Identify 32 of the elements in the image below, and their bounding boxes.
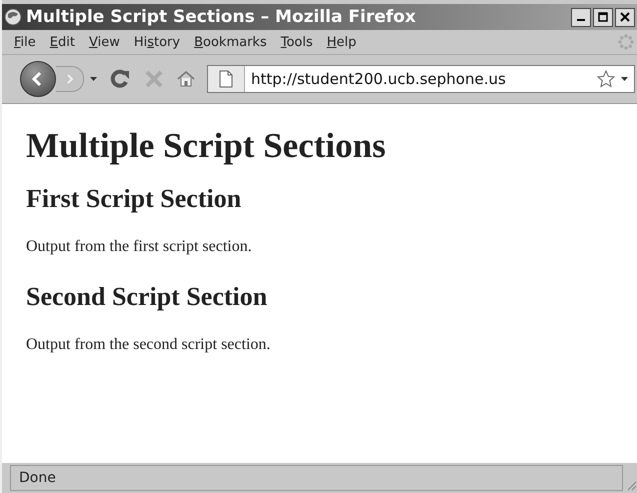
home-icon[interactable]: [177, 71, 195, 87]
paragraph: Output from the first script section.: [26, 238, 253, 256]
window-title: Multiple Script Sections – Mozilla Firefox: [26, 7, 417, 27]
status-text: Done: [19, 470, 56, 486]
page-icon: [219, 70, 233, 88]
globe-icon: [4, 8, 22, 26]
minimize-icon: [577, 19, 585, 21]
close-icon: [620, 12, 630, 22]
star-icon[interactable]: [597, 70, 615, 88]
resize-grip-icon[interactable]: [625, 479, 637, 491]
loading-spinner-icon: [617, 33, 635, 51]
back-button[interactable]: [20, 61, 56, 97]
maximize-icon: [598, 12, 608, 22]
menu-item[interactable]: Edit: [48, 34, 83, 50]
dropdown-caret-icon[interactable]: [621, 77, 628, 81]
menu-item[interactable]: File: [12, 34, 44, 50]
menu-item[interactable]: Bookmarks: [192, 34, 275, 50]
section-heading: First Script Section: [26, 184, 242, 214]
menu-item[interactable]: View: [86, 34, 128, 50]
menu-item[interactable]: History: [132, 34, 188, 50]
menu-item[interactable]: Help: [324, 34, 364, 50]
section-heading: Second Script Section: [26, 282, 268, 312]
close-button[interactable]: [615, 8, 635, 26]
dropdown-caret-icon[interactable]: [90, 77, 97, 81]
minimize-button[interactable]: [571, 8, 591, 26]
address-bar[interactable]: http://student200.ucb.sephone.us: [207, 65, 635, 93]
maximize-button[interactable]: [593, 8, 613, 26]
menu-item[interactable]: Tools: [278, 34, 321, 50]
right-chevron-icon: [64, 73, 74, 85]
page-heading: Multiple Script Sections: [26, 126, 387, 166]
paragraph: Output from the second script section.: [26, 336, 272, 354]
reload-icon[interactable]: [109, 68, 131, 90]
